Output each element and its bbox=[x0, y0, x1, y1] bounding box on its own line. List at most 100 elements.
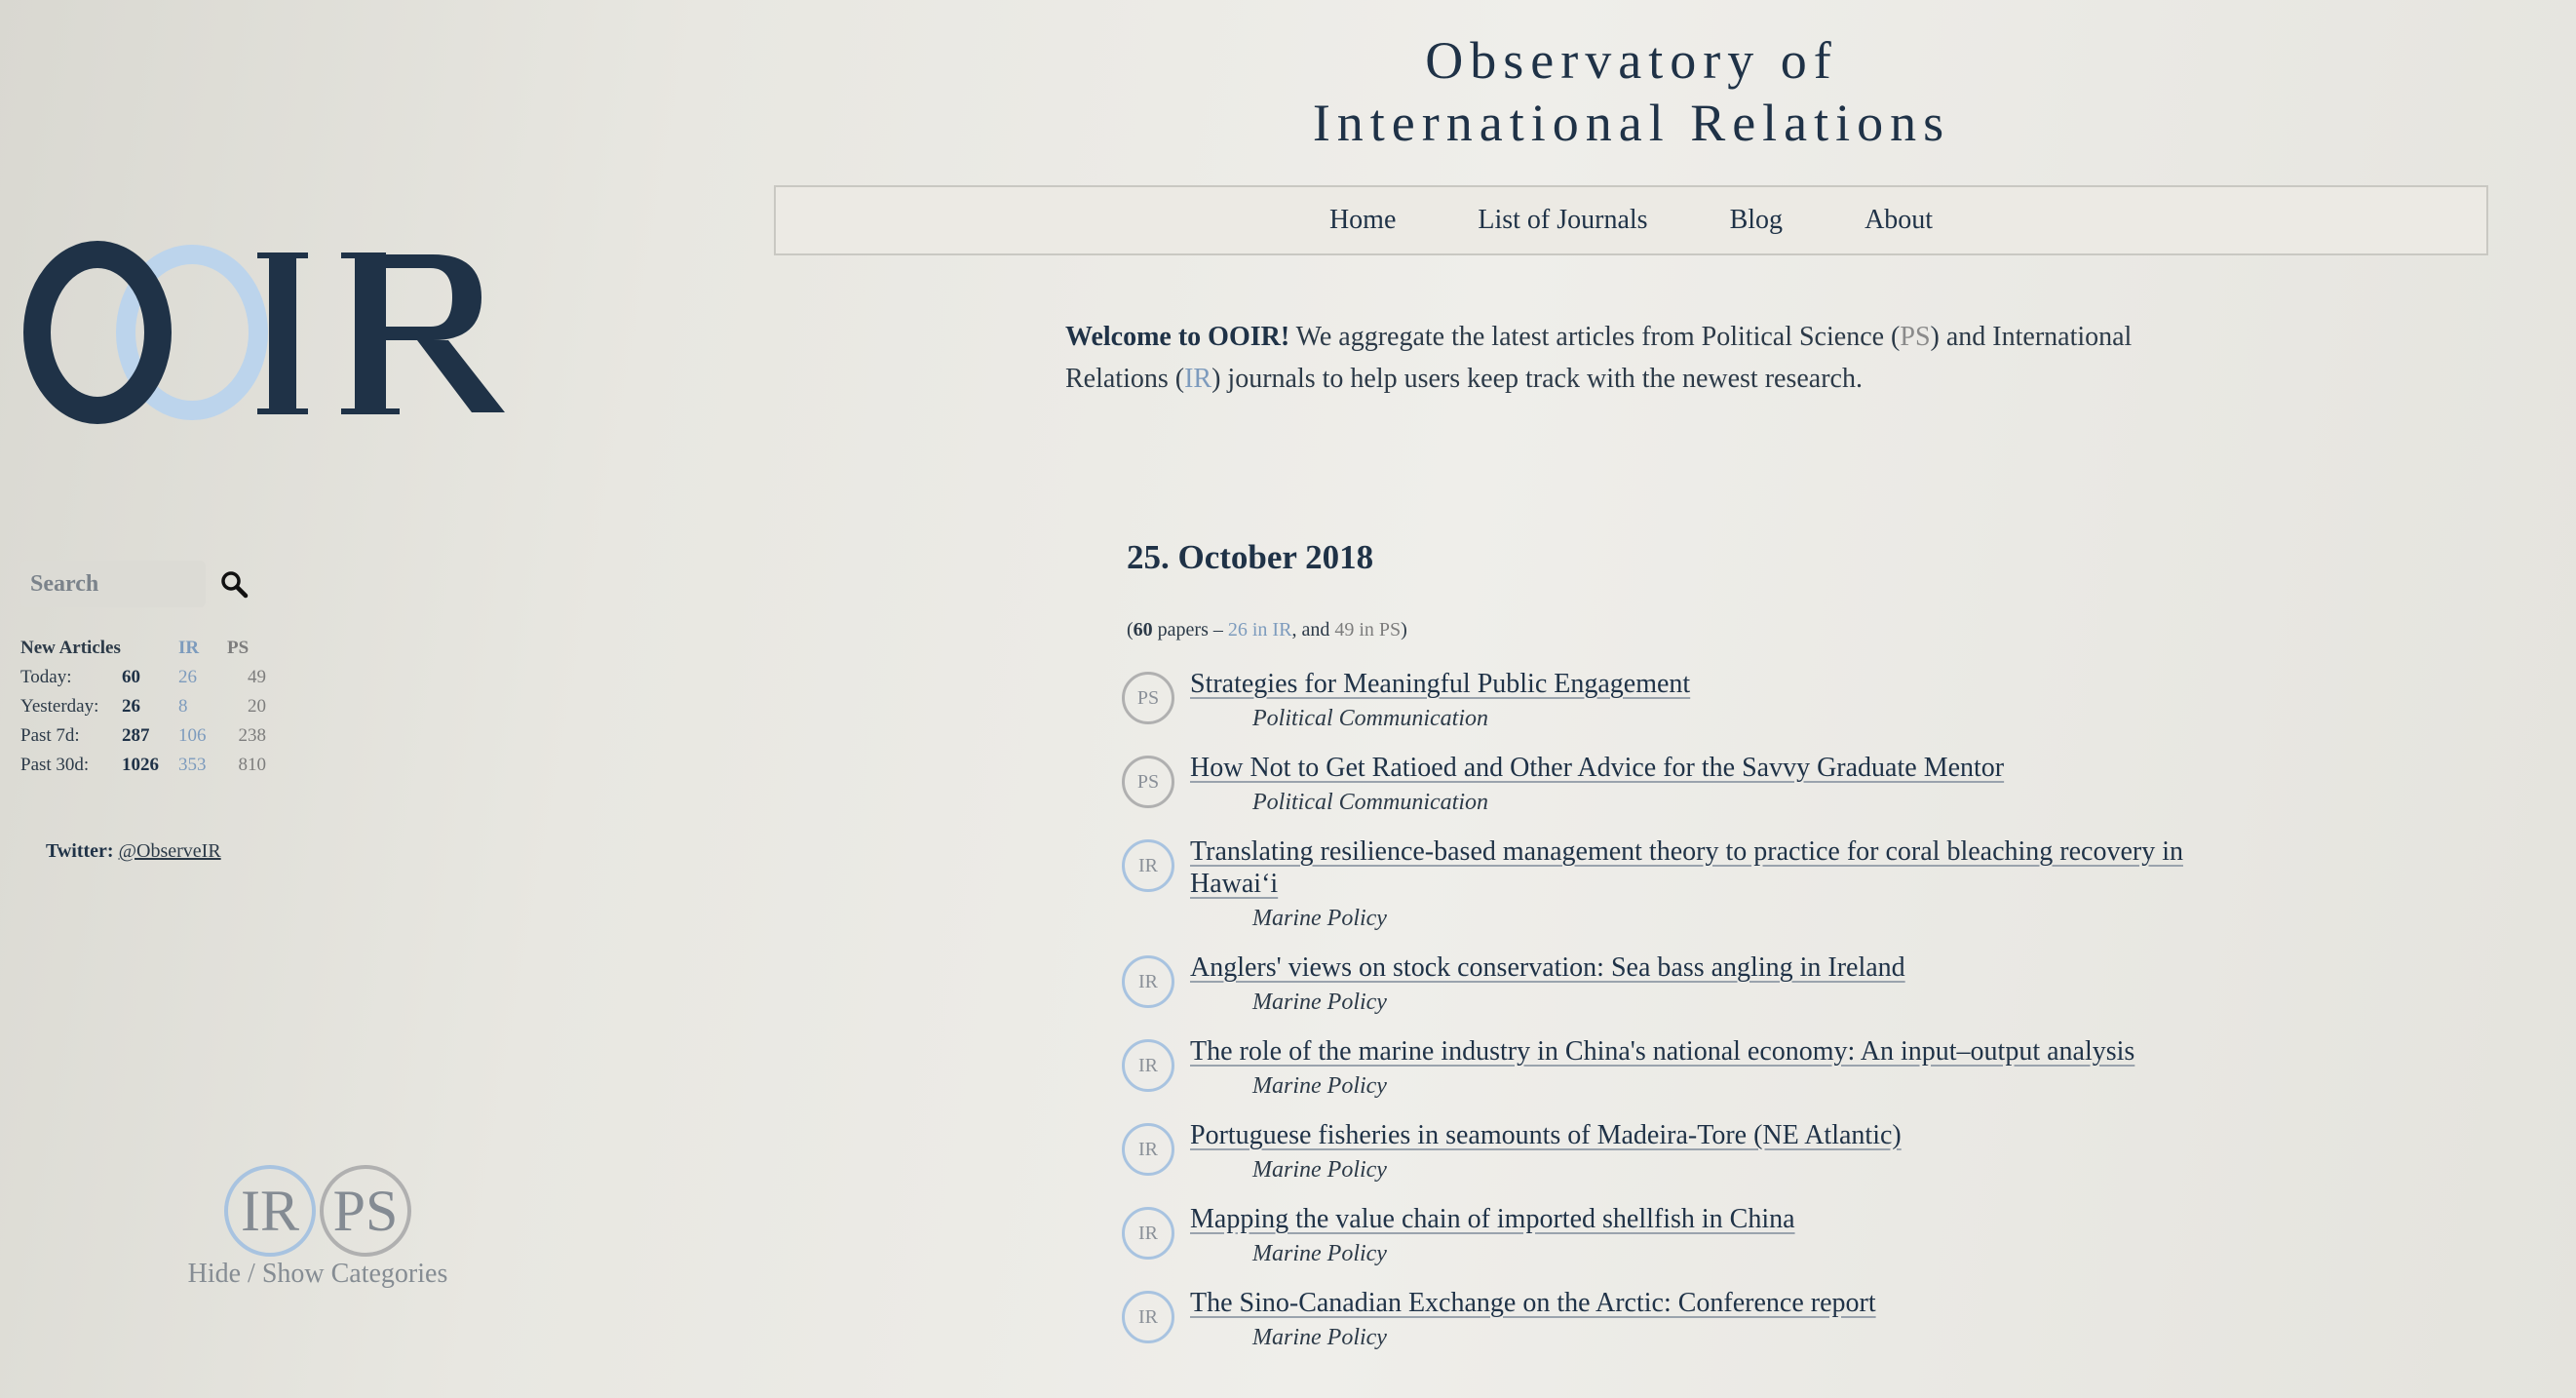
stats-row-total: 26 bbox=[122, 696, 140, 717]
site-title-line1: Observatory of bbox=[1425, 31, 1838, 90]
ir-category-toggle[interactable]: IR bbox=[224, 1165, 316, 1257]
article-item: PS Strategies for Meaningful Public Enga… bbox=[1122, 668, 2204, 738]
article-journal: Political Communication bbox=[1252, 790, 1488, 815]
twitter-info: Twitter: @ObserveIR bbox=[46, 840, 221, 863]
article-title-link[interactable]: The role of the marine industry in China… bbox=[1190, 1036, 2134, 1067]
welcome-text-3: ) journals to help users keep track with… bbox=[1211, 364, 1863, 394]
stats-row-past-30d: Past 30d: 1026 353 810 bbox=[20, 751, 266, 780]
paper-count-open: ( bbox=[1127, 619, 1134, 641]
stats-header-label: New Articles bbox=[20, 638, 121, 658]
stats-row-label: Yesterday: bbox=[20, 696, 99, 717]
stats-row-ir: 8 bbox=[178, 696, 188, 717]
article-item: IR The role of the marine industry in Ch… bbox=[1122, 1035, 2204, 1106]
stats-header-ir: IR bbox=[178, 638, 200, 658]
stats-row-total: 287 bbox=[122, 725, 150, 746]
nav-about[interactable]: About bbox=[1865, 205, 1933, 236]
article-title-link[interactable]: How Not to Get Ratioed and Other Advice … bbox=[1190, 753, 2004, 783]
nav-list-of-journals[interactable]: List of Journals bbox=[1478, 205, 1647, 236]
article-journal: Marine Policy bbox=[1252, 906, 1387, 931]
article-title-link[interactable]: Mapping the value chain of imported shel… bbox=[1190, 1204, 1795, 1234]
article-item: PS How Not to Get Ratioed and Other Advi… bbox=[1122, 752, 2204, 822]
site-logo[interactable] bbox=[23, 219, 530, 444]
stats-row-label: Today: bbox=[20, 667, 72, 687]
article-title-link[interactable]: The Sino-Canadian Exchange on the Arctic… bbox=[1190, 1288, 1876, 1318]
logo-letter-r bbox=[355, 254, 505, 412]
article-body: Mapping the value chain of imported shel… bbox=[1190, 1203, 2204, 1273]
article-body: Portuguese fisheries in seamounts of Mad… bbox=[1190, 1119, 2204, 1189]
article-body: Strategies for Meaningful Public Engagem… bbox=[1190, 668, 2204, 738]
stats-header-ps: PS bbox=[227, 638, 250, 658]
stats-header-row: New Articles IR PS bbox=[20, 634, 266, 663]
paper-count-close: ) bbox=[1401, 619, 1407, 641]
category-badge: IR bbox=[1122, 1207, 1174, 1260]
stats-row-label: Past 30d: bbox=[20, 755, 90, 775]
article-journal: Marine Policy bbox=[1252, 990, 1387, 1015]
stats-row-total: 1026 bbox=[122, 755, 159, 775]
logo-letter-i bbox=[269, 254, 296, 412]
logo-letter-o-dark bbox=[23, 241, 172, 424]
stats-row-ir: 106 bbox=[178, 725, 207, 746]
article-title-link[interactable]: Strategies for Meaningful Public Engagem… bbox=[1190, 669, 1690, 699]
welcome-ps-tag: PS bbox=[1900, 322, 1931, 352]
article-journal: Political Communication bbox=[1252, 706, 1488, 731]
paper-count-ps: 49 in PS bbox=[1334, 619, 1402, 641]
category-badge: PS bbox=[1122, 756, 1174, 808]
stats-row-yesterday: Yesterday: 26 8 20 bbox=[20, 692, 266, 721]
category-badge: PS bbox=[1122, 672, 1174, 724]
twitter-handle-link[interactable]: @ObserveIR bbox=[119, 840, 221, 862]
new-articles-stats: New Articles IR PS Today: 60 26 49 Yeste… bbox=[20, 634, 266, 780]
stats-row-past-7d: Past 7d: 287 106 238 bbox=[20, 721, 266, 751]
site-title: Observatory of International Relations bbox=[774, 29, 2489, 154]
article-journal: Marine Policy bbox=[1252, 1325, 1387, 1350]
category-badge: IR bbox=[1122, 1291, 1174, 1343]
stats-row-total: 60 bbox=[122, 667, 140, 687]
article-journal: Marine Policy bbox=[1252, 1073, 1387, 1099]
search-icon[interactable] bbox=[219, 569, 249, 599]
date-heading: 25. October 2018 bbox=[1127, 538, 1374, 576]
article-item: IR Anglers' views on stock conservation:… bbox=[1122, 951, 2204, 1022]
stats-row-ps: 20 bbox=[248, 696, 266, 717]
stats-row-today: Today: 60 26 49 bbox=[20, 663, 266, 692]
category-badge: IR bbox=[1122, 955, 1174, 1008]
category-toggle: IR PS Hide / Show Categories bbox=[183, 1165, 452, 1290]
paper-count-papers: papers – bbox=[1152, 619, 1228, 641]
article-list: PS Strategies for Meaningful Public Enga… bbox=[1122, 668, 2204, 1371]
stats-row-ir: 26 bbox=[178, 667, 197, 687]
article-body: Anglers' views on stock conservation: Se… bbox=[1190, 951, 2204, 1022]
article-title-link[interactable]: Translating resilience-based management … bbox=[1190, 836, 2183, 899]
hide-show-categories-link[interactable]: Hide / Show Categories bbox=[183, 1259, 452, 1290]
ps-category-toggle[interactable]: PS bbox=[320, 1165, 411, 1257]
welcome-bold: Welcome to OOIR! bbox=[1065, 322, 1290, 352]
welcome-ir-tag: IR bbox=[1184, 364, 1212, 394]
stats-row-ps: 238 bbox=[238, 725, 267, 746]
paper-count-ir: 26 in IR bbox=[1227, 619, 1292, 641]
nav-blog[interactable]: Blog bbox=[1730, 205, 1783, 236]
category-badge: IR bbox=[1122, 1123, 1174, 1176]
article-title-link[interactable]: Anglers' views on stock conservation: Se… bbox=[1190, 952, 1905, 983]
stats-row-label: Past 7d: bbox=[20, 725, 80, 746]
article-body: Translating resilience-based management … bbox=[1190, 835, 2204, 938]
stats-row-ps: 810 bbox=[238, 755, 267, 775]
category-circles: IR PS bbox=[183, 1165, 452, 1257]
article-body: The Sino-Canadian Exchange on the Arctic… bbox=[1190, 1287, 2204, 1357]
article-item: IR Translating resilience-based manageme… bbox=[1122, 835, 2204, 938]
twitter-label: Twitter: bbox=[46, 840, 114, 862]
site-title-line2: International Relations bbox=[1312, 94, 1951, 152]
article-item: IR Mapping the value chain of imported s… bbox=[1122, 1203, 2204, 1273]
paper-count-and: , and bbox=[1291, 619, 1335, 641]
article-journal: Marine Policy bbox=[1252, 1241, 1387, 1266]
article-journal: Marine Policy bbox=[1252, 1157, 1387, 1183]
welcome-message: Welcome to OOIR! We aggregate the latest… bbox=[1065, 316, 2196, 400]
search-input[interactable] bbox=[20, 561, 206, 607]
paper-count-total: 60 bbox=[1133, 619, 1153, 641]
category-badge: IR bbox=[1122, 839, 1174, 892]
article-title-link[interactable]: Portuguese fisheries in seamounts of Mad… bbox=[1190, 1120, 1902, 1150]
main-nav: Home List of Journals Blog About bbox=[774, 185, 2488, 255]
article-body: The role of the marine industry in China… bbox=[1190, 1035, 2204, 1106]
stats-row-ir: 353 bbox=[178, 755, 207, 775]
article-item: IR The Sino-Canadian Exchange on the Arc… bbox=[1122, 1287, 2204, 1357]
stats-row-ps: 49 bbox=[248, 667, 266, 687]
welcome-text-1: We aggregate the latest articles from Po… bbox=[1289, 322, 1901, 352]
paper-count: (60 papers – 26 in IR, and 49 in PS) bbox=[1127, 619, 1407, 641]
nav-home[interactable]: Home bbox=[1329, 205, 1396, 236]
